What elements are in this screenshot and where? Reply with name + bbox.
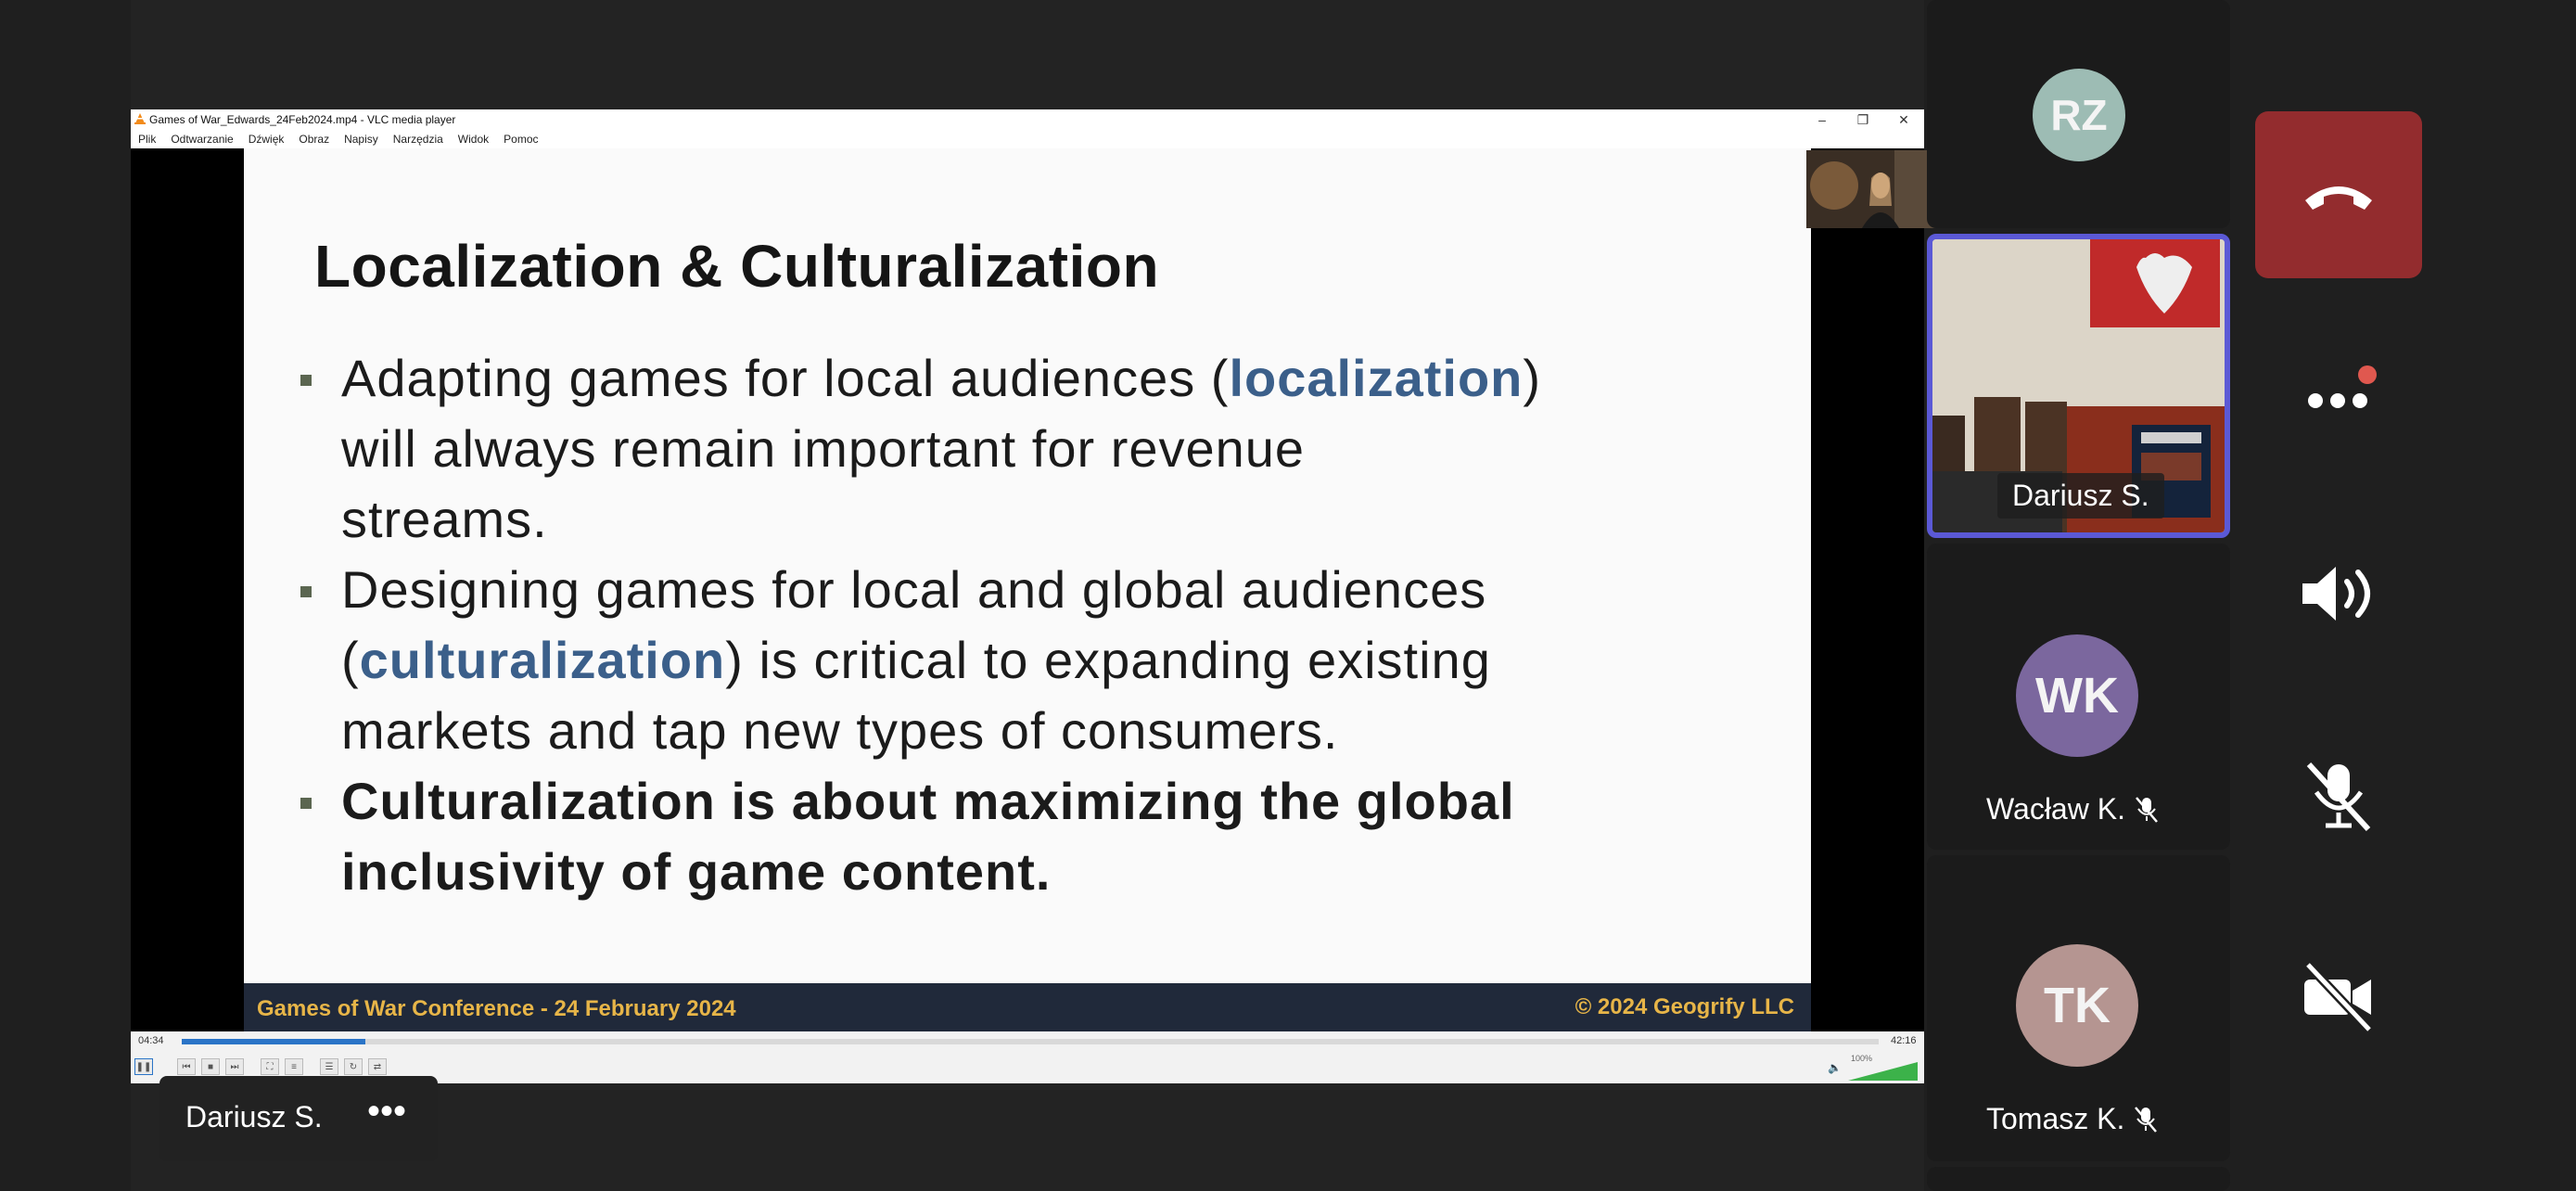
bullet-marker [300, 375, 312, 386]
presentation-slide: Localization & Culturalization Adapting … [244, 148, 1944, 1031]
speaker-toggle-button[interactable] [2255, 510, 2422, 677]
participant-name-row: Wacław K. [1986, 792, 2159, 826]
menu-widok[interactable]: Widok [451, 130, 496, 148]
shuffle-icon[interactable]: ⇄ [368, 1058, 387, 1075]
playlist-icon[interactable]: ☰ [320, 1058, 338, 1075]
menu-napisy[interactable]: Napisy [337, 130, 386, 148]
bullet-text: will always remain important for revenue [341, 419, 1306, 478]
close-button[interactable]: ✕ [1883, 109, 1924, 130]
bullet-text: streams. [341, 490, 548, 548]
participant-name-row: Tomasz K. [1986, 1102, 2158, 1136]
vlc-menu-bar: Plik Odtwarzanie Dźwięk Obraz Napisy Nar… [131, 130, 1924, 148]
footer-copyright: © 2024 Geogrify LLC [1575, 994, 1794, 1019]
speaker-icon[interactable]: 🔈 [1828, 1061, 1842, 1074]
highlight-localization: localization [1229, 349, 1524, 407]
camera-off-icon [2304, 961, 2373, 1033]
hang-up-icon [2305, 186, 2372, 210]
menu-plik[interactable]: Plik [131, 130, 163, 148]
menu-dzwiek[interactable]: Dźwięk [241, 130, 292, 148]
video-area[interactable]: Localization & Culturalization Adapting … [131, 148, 1944, 1031]
mic-muted-icon [2135, 1106, 2158, 1133]
seek-slider[interactable] [182, 1039, 1879, 1044]
participant-tile-partial [1927, 1167, 2230, 1191]
slide-bullet-2: Designing games for local and global aud… [300, 555, 1732, 766]
menu-pomoc[interactable]: Pomoc [496, 130, 545, 148]
menu-odtwarzanie[interactable]: Odtwarzanie [163, 130, 240, 148]
vlc-window: Games of War_Edwards_24Feb2024.mp4 - VLC… [131, 109, 1944, 1083]
speaker-icon [2302, 567, 2370, 621]
seek-progress [182, 1039, 365, 1044]
avatar: RZ [2033, 69, 2125, 161]
bullet-text: ) is critical to expanding existing [725, 631, 1491, 689]
speaker-name-chip: Dariusz S. ••• [159, 1076, 438, 1161]
camera-toggle-button[interactable] [2255, 913, 2422, 1080]
more-dots-icon [2308, 365, 2377, 408]
vlc-cone-icon [134, 113, 146, 124]
microphone-toggle-button[interactable] [2255, 712, 2422, 879]
footer-conference: Games of War Conference - 24 February 20… [257, 996, 736, 1021]
vlc-window-title: Games of War_Edwards_24Feb2024.mp4 - VLC… [149, 113, 456, 126]
elapsed-time: 04:34 [138, 1035, 164, 1046]
vlc-title-bar: Games of War_Edwards_24Feb2024.mp4 - VLC… [131, 109, 1924, 130]
bullet-text: inclusivity of game content. [341, 842, 1052, 901]
bullet-marker [300, 586, 312, 597]
bullet-text: Designing games for local and global aud… [341, 560, 1487, 619]
bullet-text: Culturalization is about maximizing the … [341, 772, 1515, 830]
avatar: TK [2016, 944, 2138, 1067]
bullet-text: markets and tap new types of consumers. [341, 701, 1339, 760]
participant-tile-dariusz[interactable]: Dariusz S. [1927, 234, 2230, 538]
mic-muted-icon [2135, 796, 2158, 823]
slide-title: Localization & Culturalization [314, 233, 1160, 300]
play-pause-button[interactable]: ❚❚ [134, 1058, 153, 1075]
notification-badge [2358, 365, 2377, 384]
bullet-text: Adapting games for local audiences ( [341, 349, 1230, 407]
menu-narzedzia[interactable]: Narzędzia [386, 130, 451, 148]
seek-bar-row: 04:34 42:16 [131, 1031, 1924, 1050]
volume-slider[interactable] [1848, 1062, 1918, 1081]
slide-bullet-1: Adapting games for local audiences (loca… [300, 343, 1732, 555]
stop-icon[interactable]: ■ [201, 1058, 220, 1075]
more-options-button[interactable] [2255, 306, 2422, 473]
highlight-culturalization: culturalization [359, 631, 726, 689]
leave-call-button[interactable] [2255, 111, 2422, 278]
participant-name: Tomasz K. [1986, 1102, 2125, 1135]
participant-name: Dariusz S. [1997, 473, 2164, 519]
mic-off-icon [2306, 762, 2371, 832]
speaker-name: Dariusz S. [185, 1100, 323, 1133]
speaker-thumbnail [1806, 150, 1944, 228]
next-icon[interactable]: ⏭ [225, 1058, 244, 1075]
participant-name: Wacław K. [1986, 792, 2125, 826]
previous-icon[interactable]: ⏮ [177, 1058, 196, 1075]
bullet-text: ( [341, 631, 360, 689]
avatar: WK [2016, 634, 2138, 757]
extended-settings-icon[interactable]: ≡ [285, 1058, 303, 1075]
bullet-marker [300, 798, 312, 809]
total-duration: 42:16 [1891, 1035, 1917, 1046]
minimize-button[interactable]: – [1802, 109, 1843, 130]
slide-footer: Games of War Conference - 24 February 20… [244, 983, 1811, 1031]
bullet-text: ) [1523, 349, 1542, 407]
participant-tile-wk[interactable]: WK Wacław K. [1927, 544, 2230, 850]
slide-bullet-3: Culturalization is about maximizing the … [300, 766, 1732, 907]
loop-icon[interactable]: ↻ [344, 1058, 363, 1075]
more-options-button[interactable]: ••• [367, 1091, 406, 1133]
participant-tile-tk[interactable]: TK Tomasz K. [1927, 855, 2230, 1161]
restore-button[interactable]: ❐ [1843, 109, 1883, 130]
participant-tile-rz[interactable]: RZ [1927, 0, 2230, 228]
menu-obraz[interactable]: Obraz [291, 130, 337, 148]
fullscreen-icon[interactable]: ⛶ [261, 1058, 279, 1075]
